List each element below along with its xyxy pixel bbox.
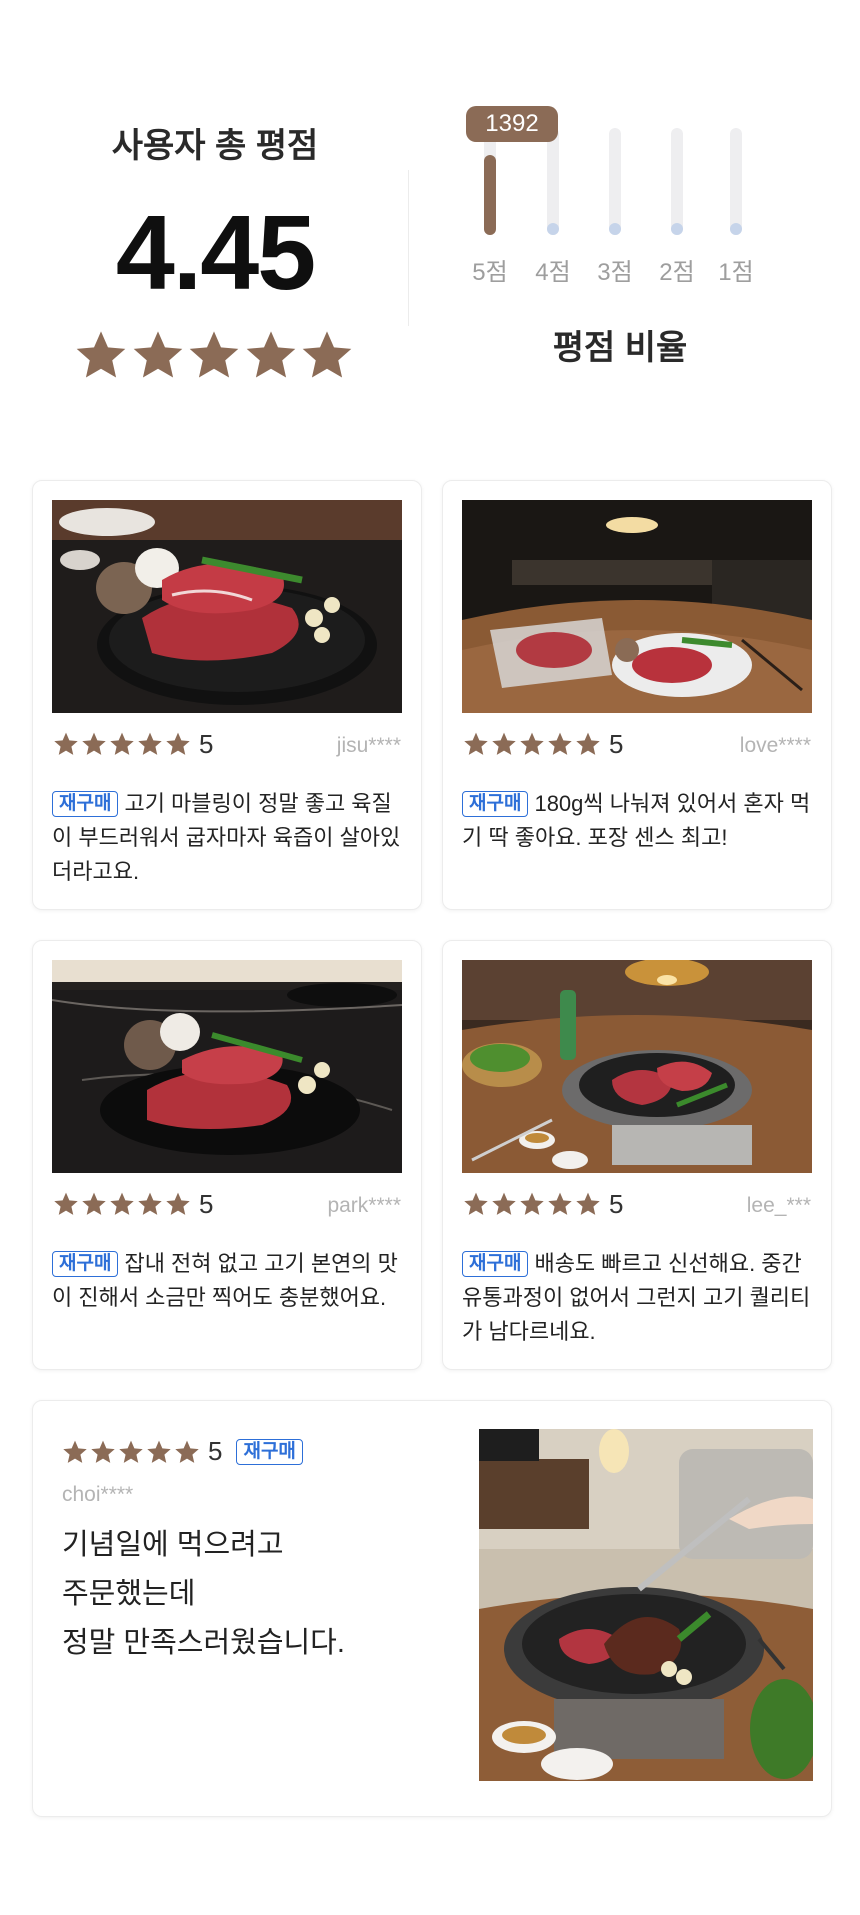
star-icon (138, 732, 162, 755)
rating-bar-track (671, 128, 683, 235)
review-stars: 5 재구매 (62, 1436, 309, 1467)
repurchase-badge: 재구매 (52, 791, 119, 817)
top-rating-count-badge: 1392 (466, 106, 558, 142)
rating-bar-track (547, 128, 559, 235)
review-photo[interactable] (479, 1429, 813, 1781)
review-score: 5 (199, 1188, 214, 1219)
star-icon (133, 331, 182, 378)
review-text-block: 재구매 고기 마블링이 정말 좋고 육질이 부드러워서 굽자마자 육즙이 살아있더… (52, 787, 402, 889)
star-icon (576, 1192, 600, 1215)
review-photo[interactable] (52, 960, 402, 1173)
star-icon (54, 1192, 78, 1215)
rating-bar-1: 1점 (706, 100, 766, 290)
review-photo-image (52, 960, 402, 1173)
review-photo-image (462, 500, 812, 713)
rating-bar-empty-dot (547, 223, 559, 235)
total-rating-score: 4.45 (115, 194, 316, 312)
star-icon (548, 1192, 572, 1215)
star-icon (464, 1192, 488, 1215)
review-username: choi**** (62, 1483, 134, 1506)
review-photo[interactable] (52, 500, 402, 713)
repurchase-badge: 재구매 (462, 791, 529, 817)
rating-ratio-title: 평점 비율 (552, 329, 688, 367)
rating-bar-track (730, 128, 742, 235)
star-icon (119, 1440, 143, 1463)
star-icon (138, 1192, 162, 1215)
review-photo[interactable] (462, 960, 812, 1173)
star-icon (246, 331, 295, 378)
star-icon (166, 732, 190, 755)
rating-bar-track (609, 128, 621, 235)
review-stars: 5 (463, 729, 623, 759)
review-username: love**** (739, 734, 811, 757)
review-score: 5 (199, 728, 214, 759)
star-icon (82, 1192, 106, 1215)
repurchase-badge: 재구매 (52, 1251, 119, 1277)
star-icon (464, 732, 488, 755)
review-photo[interactable] (462, 500, 812, 713)
review-stars: 5 (463, 1189, 623, 1219)
rating-bar-track (484, 128, 496, 235)
review-text-block: 재구매 잡내 전혀 없고 고기 본연의 맛이 진해서 소금만 찍어도 충분했어요. (52, 1247, 402, 1315)
star-icon (520, 1192, 544, 1215)
star-icon (166, 1192, 190, 1215)
review-card[interactable]: 5 love**** 재구매 180g씩 나눠져 있어서 혼자 먹기 딱 좋아요.… (442, 480, 832, 910)
review-text-block: 재구매 180g씩 나눠져 있어서 혼자 먹기 딱 좋아요. 포장 센스 최고! (462, 787, 812, 855)
rating-bar-empty-dot (730, 223, 742, 235)
review-stars: 5 (53, 729, 213, 759)
review-score: 5 (609, 728, 624, 759)
star-icon (91, 1440, 115, 1463)
star-icon (548, 732, 572, 755)
rating-bar-3: 3점 (585, 100, 645, 290)
review-text-line: 정말 만족스러웠습니다. (62, 1627, 345, 1659)
total-rating-title: 사용자 총 평점 (111, 127, 319, 165)
rating-bar-empty-dot (609, 223, 621, 235)
review-score: 5 (208, 1436, 223, 1466)
review-card[interactable]: 5 lee_*** 재구매 배송도 빠르고 신선해요. 중간 유통과정이 없어서 … (442, 940, 832, 1370)
review-text-block: 재구매 배송도 빠르고 신선해요. 중간 유통과정이 없어서 그런지 고기 퀄리티… (462, 1247, 812, 1349)
star-icon (110, 732, 134, 755)
star-icon (576, 732, 600, 755)
review-text-line: 기념일에 먹으려고 (62, 1529, 284, 1561)
review-stars: 5 (53, 1189, 213, 1219)
rating-bar-label: 3점 (597, 259, 633, 286)
star-icon (492, 1192, 516, 1215)
rating-bar-label: 4점 (535, 259, 571, 286)
star-icon (520, 732, 544, 755)
star-icon (175, 1440, 199, 1463)
star-icon (147, 1440, 171, 1463)
review-username: jisu**** (336, 734, 401, 757)
review-card[interactable]: 5 jisu**** 재구매 고기 마블링이 정말 좋고 육질이 부드러워서 굽자… (32, 480, 422, 910)
review-score: 5 (609, 1188, 624, 1219)
star-icon (76, 331, 126, 378)
star-icon (82, 732, 106, 755)
rating-bar-label: 1점 (718, 259, 754, 286)
summary-divider (408, 170, 409, 326)
star-icon (302, 331, 352, 378)
rating-summary: 사용자 총 평점 4.45 5점 4점 3점 2점 1점 1392 평점 비율 (0, 0, 860, 440)
rating-bar-label: 2점 (659, 259, 695, 286)
total-rating-stars (74, 328, 354, 384)
star-icon (63, 1440, 87, 1463)
star-icon (54, 732, 78, 755)
review-username: park**** (327, 1194, 401, 1217)
review-username: lee_*** (746, 1194, 811, 1217)
star-icon (492, 732, 516, 755)
review-photo-image (479, 1429, 813, 1781)
review-text-block: 기념일에 먹으려고 주문했는데 정말 만족스러웠습니다. (62, 1521, 442, 1668)
star-icon (110, 1192, 134, 1215)
repurchase-badge: 재구매 (236, 1438, 303, 1465)
rating-bar-empty-dot (671, 223, 683, 235)
review-card[interactable]: 5 park**** 재구매 잡내 전혀 없고 고기 본연의 맛이 진해서 소금만… (32, 940, 422, 1370)
review-photo-image (462, 960, 812, 1173)
review-text-line: 주문했는데 (62, 1578, 196, 1610)
rating-bar-label: 5점 (472, 259, 508, 286)
rating-bar-fill (484, 154, 496, 235)
star-icon (189, 331, 239, 378)
repurchase-badge: 재구매 (462, 1251, 529, 1277)
featured-review-card[interactable]: 5 재구매 choi**** 기념일에 먹으려고 주문했는데 정말 만족스러웠습… (32, 1400, 832, 1817)
review-photo-image (52, 500, 402, 713)
rating-bar-2: 2점 (647, 100, 707, 290)
